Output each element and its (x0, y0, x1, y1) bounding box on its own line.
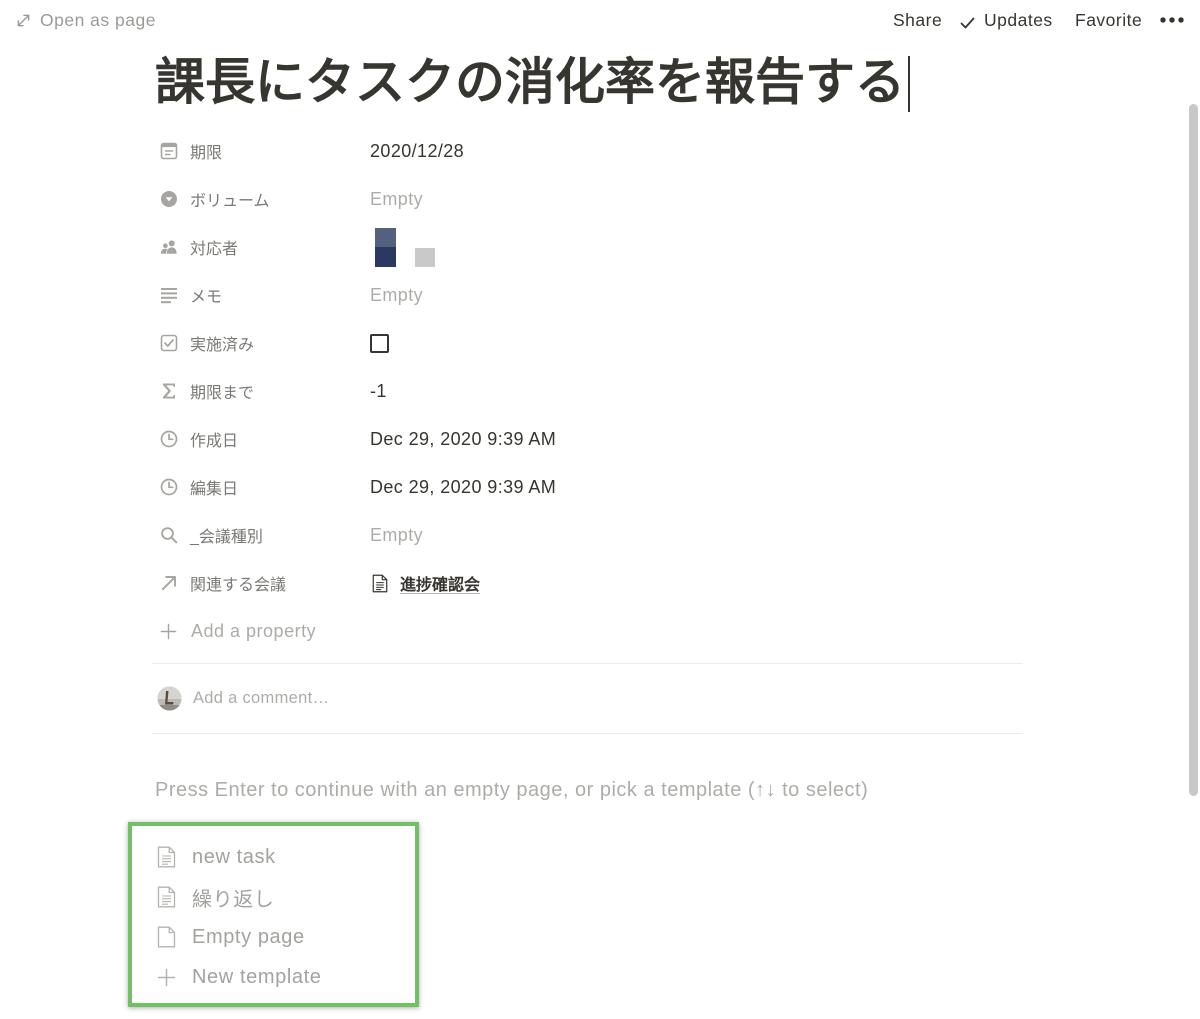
updates-button[interactable]: Updates (958, 9, 1058, 31)
avatar-pixel (375, 227, 396, 247)
property-name-memo[interactable]: メモ (152, 278, 370, 312)
favorite-button[interactable]: Favorite (1075, 9, 1142, 31)
user-avatar (157, 686, 182, 711)
avatar-pixel (415, 247, 435, 267)
property-value-volume[interactable]: Empty (370, 182, 1024, 216)
property-row-assignee: 対応者 (152, 223, 1024, 271)
template-label: new task (192, 845, 276, 868)
person-avatar-icon[interactable] (370, 227, 440, 267)
add-property-button[interactable]: Add a property (152, 614, 324, 648)
select-icon (160, 190, 178, 208)
clock-icon (160, 478, 178, 496)
share-button[interactable]: Share (893, 9, 942, 31)
expand-icon (16, 13, 31, 28)
page-title[interactable]: 課長にタスクの消化率を報告する (155, 50, 910, 114)
property-row-edited-time: 編集日 Dec 29, 2020 9:39 AM (152, 463, 1024, 511)
search-icon (160, 526, 178, 544)
add-property-label: Add a property (191, 620, 317, 641)
page-text-icon (157, 846, 176, 868)
template-item-new-template[interactable]: New template (157, 957, 415, 997)
property-row-related-meeting: 関連する会議 進捗確認会 (152, 559, 1024, 607)
open-as-page-label: Open as page (40, 10, 156, 30)
property-row-volume: ボリューム Empty (152, 175, 1024, 223)
template-label: 繰り返し (192, 888, 275, 911)
property-name-deadline[interactable]: 期限 (152, 134, 370, 168)
peek-topbar: Open as page Share Updates Favorite (0, 0, 1200, 40)
property-name-assignee[interactable]: 対応者 (152, 230, 370, 264)
property-label: _会議種別 (190, 529, 263, 546)
people-icon (160, 238, 178, 256)
calendar-icon (160, 142, 178, 160)
comment-composer[interactable]: Add a comment… (152, 681, 1023, 715)
property-name-days-until-deadline[interactable]: 期限まで (152, 374, 370, 408)
add-property-row: Add a property (152, 607, 1024, 655)
text-cursor (908, 56, 910, 112)
plus-icon (160, 623, 177, 640)
property-label: 作成日 (190, 433, 239, 450)
check-icon (960, 13, 975, 29)
related-meeting-title: 進捗確認会 (400, 577, 481, 594)
relation-arrow-icon (160, 574, 178, 592)
template-list: new task 繰り返し Empty page New template (128, 822, 419, 1007)
property-name-created-time[interactable]: 作成日 (152, 422, 370, 456)
plus-icon (157, 966, 176, 988)
more-horizontal-icon (1157, 17, 1188, 36)
template-item-repeat[interactable]: 繰り返し (157, 877, 415, 917)
property-label: 編集日 (190, 481, 239, 498)
property-row-created-time: 作成日 Dec 29, 2020 9:39 AM (152, 415, 1024, 463)
more-options-button[interactable] (1157, 8, 1188, 32)
property-label: 期限まで (190, 385, 255, 402)
clock-icon (160, 430, 178, 448)
template-item-empty-page[interactable]: Empty page (157, 917, 415, 957)
property-row-deadline: 期限 2020/12/28 (152, 127, 1024, 175)
template-item-new-task[interactable]: new task (157, 837, 415, 877)
updates-label: Updates (984, 10, 1053, 30)
property-label: 関連する会議 (190, 577, 287, 594)
property-value-created-time[interactable]: Dec 29, 2020 9:39 AM (370, 422, 1024, 456)
property-value-assignee[interactable] (370, 227, 1024, 267)
page-icon (372, 574, 388, 593)
property-row-days-until-deadline: 期限まで -1 (152, 367, 1024, 415)
property-value-deadline[interactable]: 2020/12/28 (370, 134, 1024, 168)
property-row-meeting-type: _会議種別 Empty (152, 511, 1024, 559)
divider (152, 663, 1023, 664)
checkbox-icon (160, 334, 178, 352)
property-row-done: 実施済み (152, 319, 1024, 367)
property-value-edited-time[interactable]: Dec 29, 2020 9:39 AM (370, 470, 1024, 504)
page-title-text: 課長にタスクの消化率を報告する (155, 54, 905, 110)
comment-input[interactable]: Add a comment… (193, 689, 329, 708)
page-text-icon (157, 886, 176, 908)
template-hint: Press Enter to continue with an empty pa… (155, 779, 869, 801)
open-as-page-button[interactable]: Open as page (14, 8, 160, 32)
property-value-days-until-deadline[interactable]: -1 (370, 374, 1024, 408)
text-icon (160, 286, 178, 304)
template-label: New template (192, 965, 322, 988)
avatar-pixel (375, 246, 396, 267)
property-value-meeting-type[interactable]: Empty (370, 518, 1024, 552)
property-label: メモ (190, 289, 223, 306)
property-label: 対応者 (190, 241, 239, 258)
template-label: Empty page (192, 925, 305, 948)
property-row-memo: メモ Empty (152, 271, 1024, 319)
property-label: 実施済み (190, 337, 255, 354)
property-name-done[interactable]: 実施済み (152, 326, 370, 360)
property-name-meeting-type[interactable]: _会議種別 (152, 518, 370, 552)
sigma-icon (160, 382, 178, 400)
related-meeting-link[interactable]: 進捗確認会 (370, 568, 480, 598)
property-value-memo[interactable]: Empty (370, 278, 1024, 312)
property-value-related-meeting: 進捗確認会 (370, 566, 1024, 600)
done-checkbox[interactable] (370, 333, 389, 353)
property-list: 期限 2020/12/28 ボリューム Empty 対応者 メモ Empty 実… (152, 127, 1024, 655)
property-label: 期限 (190, 145, 223, 162)
property-name-related-meeting[interactable]: 関連する会議 (152, 566, 370, 600)
page-empty-icon (157, 926, 176, 948)
property-label: ボリューム (190, 193, 270, 210)
property-value-done (370, 326, 1024, 360)
property-name-volume[interactable]: ボリューム (152, 182, 370, 216)
scrollbar-thumb[interactable] (1189, 104, 1198, 796)
divider (152, 733, 1023, 734)
property-name-edited-time[interactable]: 編集日 (152, 470, 370, 504)
